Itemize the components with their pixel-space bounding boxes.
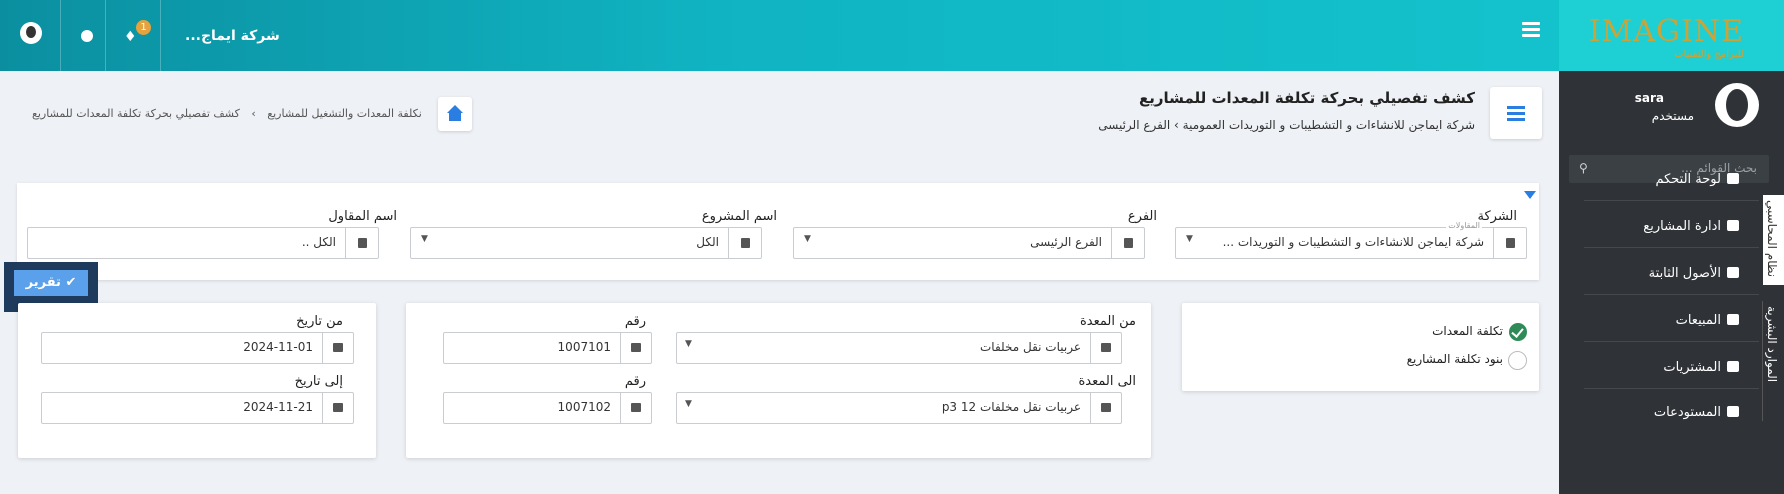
branch-path: الفرع الرئيسى <box>1098 118 1171 132</box>
equipment-card: من المعدة عربيات نقل مخلفات ▼ رقم 100710… <box>406 303 1151 458</box>
breadcrumb-current: كشف تفصيلي بحركة تكلفة المعدات للمشاريع <box>32 107 240 120</box>
sort-icon <box>620 393 651 423</box>
sort-icon <box>620 333 651 363</box>
truck-icon <box>1727 314 1739 325</box>
sidebar-item-dashboard[interactable]: لوحة التحكم <box>1589 172 1739 187</box>
contractor-label: اسم المقاول <box>328 209 397 224</box>
project-select[interactable]: الكل ▼ <box>410 227 762 259</box>
user-name: sara <box>1634 91 1664 105</box>
filter-icon[interactable] <box>1524 191 1536 199</box>
to-date-input[interactable]: 2024-11-21 <box>41 392 354 424</box>
logo-area: IMAGINE للبرامج والتقنيات <box>1559 0 1784 71</box>
to-equipment-select[interactable]: عربيات نقل مخلفات 12 p3 ▼ <box>676 392 1122 424</box>
globe-icon[interactable] <box>81 30 93 42</box>
chevron-down-icon: ▼ <box>421 234 428 244</box>
calendar-icon <box>322 333 353 363</box>
equipment-icon <box>1090 393 1121 423</box>
home-button[interactable] <box>438 97 472 131</box>
sidebar-item-warehouses[interactable]: المستودعات <box>1589 405 1739 420</box>
sidebar-item-assets[interactable]: الأصول الثابتة <box>1589 266 1739 281</box>
radio-unchecked-icon <box>1508 351 1527 370</box>
company-select[interactable]: المقاولات شركة ايماجن للانشاءات و التشطي… <box>1175 221 1527 259</box>
filter-card: الشركة المقاولات شركة ايماجن للانشاءات و… <box>17 183 1539 280</box>
dashboard-icon <box>1727 173 1739 184</box>
chevron-down-icon: ▼ <box>1186 234 1193 244</box>
warehouse-icon <box>1727 406 1739 417</box>
tab-accounting[interactable]: نظام المحاسبي <box>1763 195 1784 285</box>
projects-icon <box>1727 220 1739 231</box>
breadcrumb: نكلفة المعدات والتشغيل للمشاريع › كشف تف… <box>32 107 422 120</box>
bell-icon[interactable]: ♦ <box>124 29 137 45</box>
avatar <box>1715 83 1759 127</box>
to-number-input[interactable]: 1007102 <box>443 392 652 424</box>
contractor-select[interactable]: الكل .. <box>27 227 379 259</box>
search-icon: ⚲ <box>1579 161 1588 175</box>
home-icon <box>447 105 463 113</box>
sidebar: sara مستخدم بحث القوائم ... ⚲ نظام المحا… <box>1559 71 1784 494</box>
assets-icon <box>1727 267 1739 278</box>
notification-badge: 1 <box>136 20 151 35</box>
top-bar: IMAGINE للبرامج والتقنيات ♦ 1 شركة ايماج… <box>0 0 1784 71</box>
from-date-label: من تاريخ <box>296 314 343 329</box>
building-icon <box>345 228 378 258</box>
list-menu-button[interactable] <box>1490 87 1542 139</box>
chevron-down-icon: ▼ <box>685 339 692 349</box>
to-equipment-label: الى المعدة <box>1078 374 1136 389</box>
option-project-cost-items[interactable]: بنود تكلفة المشاريع <box>1327 351 1527 371</box>
building-icon <box>728 228 761 258</box>
chevron-down-icon: ▼ <box>685 399 692 409</box>
from-number-label: رقم <box>624 314 646 329</box>
page-subtitle: شركة ايماجن للانشاءات و التشطيبات و التو… <box>1098 118 1475 132</box>
main-content: كشف تفصيلي بحركة تكلفة المعدات للمشاريع … <box>0 71 1559 494</box>
radio-checked-icon <box>1509 323 1527 341</box>
from-equipment-label: من المعدة <box>1080 314 1136 329</box>
report-button[interactable]: ✔ تقرير <box>14 270 88 296</box>
to-number-label: رقم <box>624 374 646 389</box>
sidebar-item-projects[interactable]: ادارة المشاريع <box>1589 219 1739 234</box>
branch-select[interactable]: الفرع الرئيسى ▼ <box>793 227 1145 259</box>
company-path: شركة ايماجن للانشاءات و التشطيبات و التو… <box>1182 118 1475 132</box>
logo: IMAGINE <box>1588 14 1744 49</box>
dates-card: من تاريخ 2024-11-01 إلى تاريخ 2024-11-21 <box>18 303 376 458</box>
to-date-label: إلى تاريخ <box>294 374 343 389</box>
page-title: كشف تفصيلي بحركة تكلفة المعدات للمشاريع <box>1139 89 1475 107</box>
equipment-icon <box>1090 333 1121 363</box>
project-label: اسم المشروع <box>701 209 777 224</box>
from-number-input[interactable]: 1007101 <box>443 332 652 364</box>
logo-subtitle: للبرامج والتقنيات <box>1674 49 1744 60</box>
branch-label: الفرع <box>1127 209 1157 224</box>
building-icon <box>1493 228 1526 258</box>
from-date-input[interactable]: 2024-11-01 <box>41 332 354 364</box>
purchases-icon <box>1727 361 1739 372</box>
branch-icon <box>1111 228 1144 258</box>
tab-hr[interactable]: الموارد البشرية <box>1762 301 1784 421</box>
report-type-card: تكلفة المعدات بنود تكلفة المشاريع <box>1182 303 1539 391</box>
sidebar-item-purchases[interactable]: المشتريات <box>1589 360 1739 375</box>
company-switcher[interactable]: شركة ايماج... <box>185 28 280 44</box>
calendar-icon <box>322 393 353 423</box>
user-role: مستخدم <box>1651 109 1694 123</box>
menu-icon[interactable] <box>1522 22 1540 38</box>
option-equipment-cost[interactable]: تكلفة المعدات <box>1327 323 1527 343</box>
sidebar-item-sales[interactable]: المبيعات <box>1589 313 1739 328</box>
breadcrumb-item[interactable]: نكلفة المعدات والتشغيل للمشاريع <box>267 107 422 120</box>
chevron-down-icon: ▼ <box>804 234 811 244</box>
from-equipment-select[interactable]: عربيات نقل مخلفات ▼ <box>676 332 1122 364</box>
user-icon[interactable] <box>20 22 42 44</box>
